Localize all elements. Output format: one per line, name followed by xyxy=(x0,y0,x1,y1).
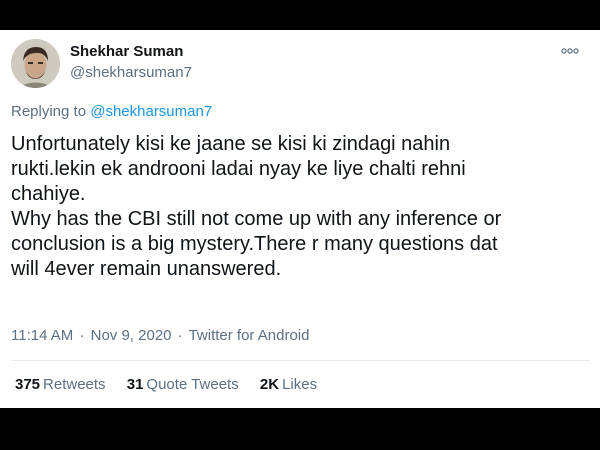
more-horizontal-icon xyxy=(561,48,579,54)
quote-tweets-count: 31 xyxy=(126,376,144,393)
tweet-source[interactable]: Twitter for Android xyxy=(189,327,310,344)
replying-to-label: Replying to xyxy=(11,103,87,120)
retweets-label: Retweets xyxy=(43,376,106,393)
tweet-card: Shekhar Suman @shekharsuman7 Replying to… xyxy=(0,30,600,408)
replying-to: Replying to @shekharsuman7 xyxy=(11,103,212,120)
tweet-text: Unfortunately kisi ke jaane se kisi ki z… xyxy=(11,132,591,282)
likes-stat[interactable]: 2K Likes xyxy=(260,376,317,393)
engagement-stats: 375 Retweets 31 Quote Tweets 2K Likes xyxy=(15,376,334,393)
quote-tweets-label: Quote Tweets xyxy=(146,376,239,393)
more-options-button[interactable] xyxy=(558,41,582,61)
tweet-text-line: rukti.lekin ek androoni ladai nyay ke li… xyxy=(11,158,466,180)
likes-count: 2K xyxy=(259,376,280,393)
tweet-text-line: will 4ever remain unanswered. xyxy=(11,258,282,280)
divider xyxy=(11,360,590,361)
likes-label: Likes xyxy=(282,376,318,393)
author-name[interactable]: Shekhar Suman xyxy=(70,43,183,60)
author-handle[interactable]: @shekharsuman7 xyxy=(70,64,192,81)
tweet-meta: 11:14 AM · Nov 9, 2020 · Twitter for And… xyxy=(11,327,309,344)
tweet-time[interactable]: 11:14 AM xyxy=(11,327,73,344)
tweet-date[interactable]: Nov 9, 2020 xyxy=(91,327,172,344)
tweet-text-line: Unfortunately kisi ke jaane se kisi ki z… xyxy=(11,133,451,155)
meta-separator: · xyxy=(79,327,85,344)
tweet-text-line: chahiye. xyxy=(11,183,86,205)
retweets-stat[interactable]: 375 Retweets xyxy=(15,376,106,393)
quote-tweets-stat[interactable]: 31 Quote Tweets xyxy=(127,376,239,393)
replying-to-handle-link[interactable]: @shekharsuman7 xyxy=(90,103,212,120)
avatar[interactable] xyxy=(11,39,60,88)
meta-separator: · xyxy=(177,327,183,344)
avatar-photo xyxy=(11,39,60,88)
tweet-text-line: Why has the CBI still not come up with a… xyxy=(11,208,502,230)
tweet-text-line: conclusion is a big mystery.There r many… xyxy=(11,233,498,255)
retweets-count: 375 xyxy=(15,376,41,393)
